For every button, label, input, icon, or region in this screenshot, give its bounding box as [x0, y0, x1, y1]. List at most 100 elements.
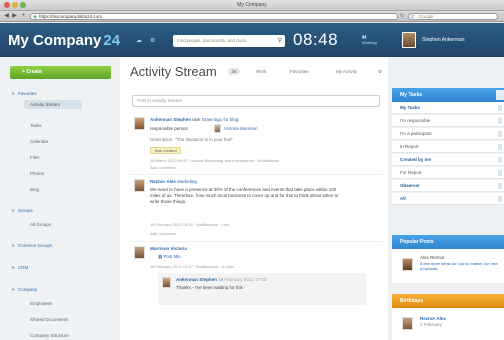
sidebar-section-crm[interactable]: CRM	[12, 265, 28, 271]
divider	[130, 174, 382, 175]
user-name[interactable]: Stephen Ankerman	[422, 37, 465, 43]
url-text: https://mycompany.bitrix24.com	[39, 14, 102, 19]
sidebar-item-activity-stream[interactable]: Activity Stream	[24, 100, 82, 109]
search-icon[interactable]: ⚲	[278, 35, 282, 47]
post-target[interactable]: Marketing	[177, 179, 197, 184]
sidebar-section-groups[interactable]: Groups	[12, 208, 33, 214]
tab-favorites[interactable]: Favorites	[290, 69, 309, 74]
responsible-label: responsible person	[150, 126, 189, 131]
post-input[interactable]: Post to Activity Stream	[132, 95, 380, 107]
sidebar-item-files[interactable]: Files	[30, 155, 40, 160]
comment-box: Ankerman Stephen 18 February 2012 17:03 …	[158, 273, 366, 305]
sidebar-item-company-structure[interactable]: Company Structure	[30, 333, 69, 338]
task-filter-created-by-me[interactable]: Created by me	[392, 154, 504, 166]
cloud-icon[interactable]: ☁	[136, 37, 142, 44]
post-author[interactable]: Morrison Victoria	[150, 246, 187, 252]
sidebar-item-employees[interactable]: Employees	[30, 301, 52, 306]
post-title-link[interactable]: ▦ Post title	[158, 254, 181, 260]
post-header: Ankerman Stephen task Draw logo for blog	[150, 117, 380, 123]
address-bar[interactable]: ◉ https://mycompany.bitrix24.com	[30, 13, 398, 20]
add-comment-link[interactable]: Add Comment	[150, 165, 176, 170]
post-body: We need to have a presence at 30% of the…	[150, 187, 339, 204]
comment-body: Thanks - I've been waiting for this	[176, 285, 243, 290]
popular-post-item[interactable]: Alex Reznor A few more ideas on how to m…	[392, 249, 504, 283]
create-button[interactable]: + Create	[10, 66, 111, 79]
post-meta: 18 February 2012 15:26 · Notifications ·…	[150, 222, 229, 227]
add-comment-link[interactable]: Add Comment	[150, 231, 176, 236]
popular-posts-panel-header[interactable]: Popular Posts	[392, 235, 504, 249]
sidebar-section-favorites[interactable]: Favorites	[12, 91, 36, 97]
comment-header: Ankerman Stephen 18 February 2012 17:03	[176, 277, 266, 283]
reload-icon[interactable]: ↻	[400, 13, 404, 19]
back-arrow-icon[interactable]: ◀	[3, 13, 10, 20]
sidebar-item-photos[interactable]: Photos	[30, 171, 44, 176]
avatar[interactable]	[214, 124, 221, 133]
task-filter-in-report[interactable]: In Report	[392, 141, 504, 153]
post-meta: 18 March 2012 09:57 · Unlock Monitoring …	[150, 158, 280, 163]
task-filter-observer[interactable]: Observer	[392, 180, 504, 192]
my-tasks-panel-header[interactable]: My Tasks	[392, 88, 504, 102]
activity-stream-main: Activity Stream 24 Work Favorites My Act…	[120, 57, 388, 340]
avatar[interactable]	[134, 246, 145, 259]
task-filter-for-report[interactable]: For Report	[392, 167, 504, 179]
header-search-placeholder: Find people, documents, and more	[177, 38, 247, 43]
tab-my-activity[interactable]: My Activity	[336, 69, 357, 74]
header-search-input[interactable]: Find people, documents, and more ⚲	[173, 35, 285, 47]
title-bar: My Company	[0, 0, 504, 11]
post-action: task	[192, 117, 201, 122]
work-status: ▮▮ Working	[362, 34, 377, 45]
tab-work[interactable]: Work	[256, 69, 266, 74]
user-avatar[interactable]	[402, 32, 416, 48]
comment-meta: 18 February 2012 17:03	[218, 277, 267, 282]
browser-search-placeholder: Google	[419, 14, 434, 19]
sidebar-section-common-groups[interactable]: Common Groups	[12, 243, 52, 249]
globe-icon: ◉	[33, 14, 37, 19]
add-tab-icon[interactable]: +	[20, 13, 27, 20]
birthday-date: 2 February	[420, 322, 442, 327]
panel-toggle[interactable]	[496, 90, 504, 100]
forward-arrow-icon[interactable]: ▶	[11, 13, 18, 20]
task-filter-participant[interactable]: I'm a participant	[392, 128, 504, 140]
post-header: Reznor Alex Marketing	[150, 179, 197, 185]
sidebar-item-all-groups[interactable]: All Groups	[30, 222, 51, 227]
sidebar-item-blog[interactable]: Blog	[30, 187, 39, 192]
window-title: My Company	[237, 2, 267, 8]
avatar[interactable]	[402, 258, 413, 271]
post-meta: 18 February 2012 15:17 · Notifications ·…	[150, 264, 235, 269]
browser-toolbar: ◀ ▶ + ◉ https://mycompany.bitrix24.com ↻…	[0, 11, 504, 22]
post-author[interactable]: Ankerman Stephen	[150, 117, 191, 122]
gear-icon[interactable]: ⚙	[378, 69, 382, 75]
comment-author[interactable]: Ankerman Stephen	[176, 277, 217, 282]
work-clock[interactable]: 08:48	[293, 30, 338, 50]
task-filter-responsible[interactable]: I'm responsible	[392, 115, 504, 127]
company-logo[interactable]: My Company 24	[8, 32, 120, 49]
avatar[interactable]	[134, 117, 145, 130]
post-headline[interactable]: Draw logo for blog	[202, 117, 239, 122]
right-sidebar: My Tasks My Tasks I'm responsible I'm a …	[388, 57, 504, 340]
post-author[interactable]: Reznor Alex	[150, 179, 176, 184]
avatar[interactable]	[402, 317, 413, 330]
sidebar-item-calendar[interactable]: Calendar	[30, 139, 48, 144]
birthdays-panel-header[interactable]: Birthdays	[392, 294, 504, 308]
responsible-person[interactable]: Victoria Morrison	[224, 126, 258, 132]
sidebar-item-shared-documents[interactable]: Shared Documents	[30, 317, 69, 322]
task-filter-my-tasks[interactable]: My Tasks	[392, 102, 504, 114]
sidebar-section-company[interactable]: Company	[12, 287, 37, 293]
avatar[interactable]	[134, 179, 145, 192]
app-header: My Company 24 ☁ ⚙ Find people, documents,…	[0, 23, 504, 57]
settings-icon[interactable]: ⚙	[150, 37, 155, 44]
task-filter-all[interactable]: All	[392, 193, 504, 205]
avatar[interactable]	[162, 277, 171, 288]
birthday-item[interactable]: Reznor Alex 2 February	[392, 308, 504, 340]
task-description: Description: "The limitation is in your …	[150, 137, 233, 142]
popular-post-text[interactable]: A few more ideas on how to market our ne…	[420, 261, 502, 271]
status-badge: Task created	[150, 147, 181, 154]
left-sidebar: + Create Favorites Activity Stream Tasks…	[0, 57, 120, 340]
sidebar-item-tasks[interactable]: Tasks	[30, 123, 42, 128]
google-icon: G	[411, 14, 415, 19]
page-title: Activity Stream	[130, 64, 217, 79]
browser-search-field[interactable]: G Google	[408, 13, 498, 20]
divider	[130, 241, 382, 242]
activity-counter-badge: 24	[228, 68, 240, 75]
browser-window: My Company ◀ ▶ + ◉ https://mycompany.bit…	[0, 0, 504, 340]
